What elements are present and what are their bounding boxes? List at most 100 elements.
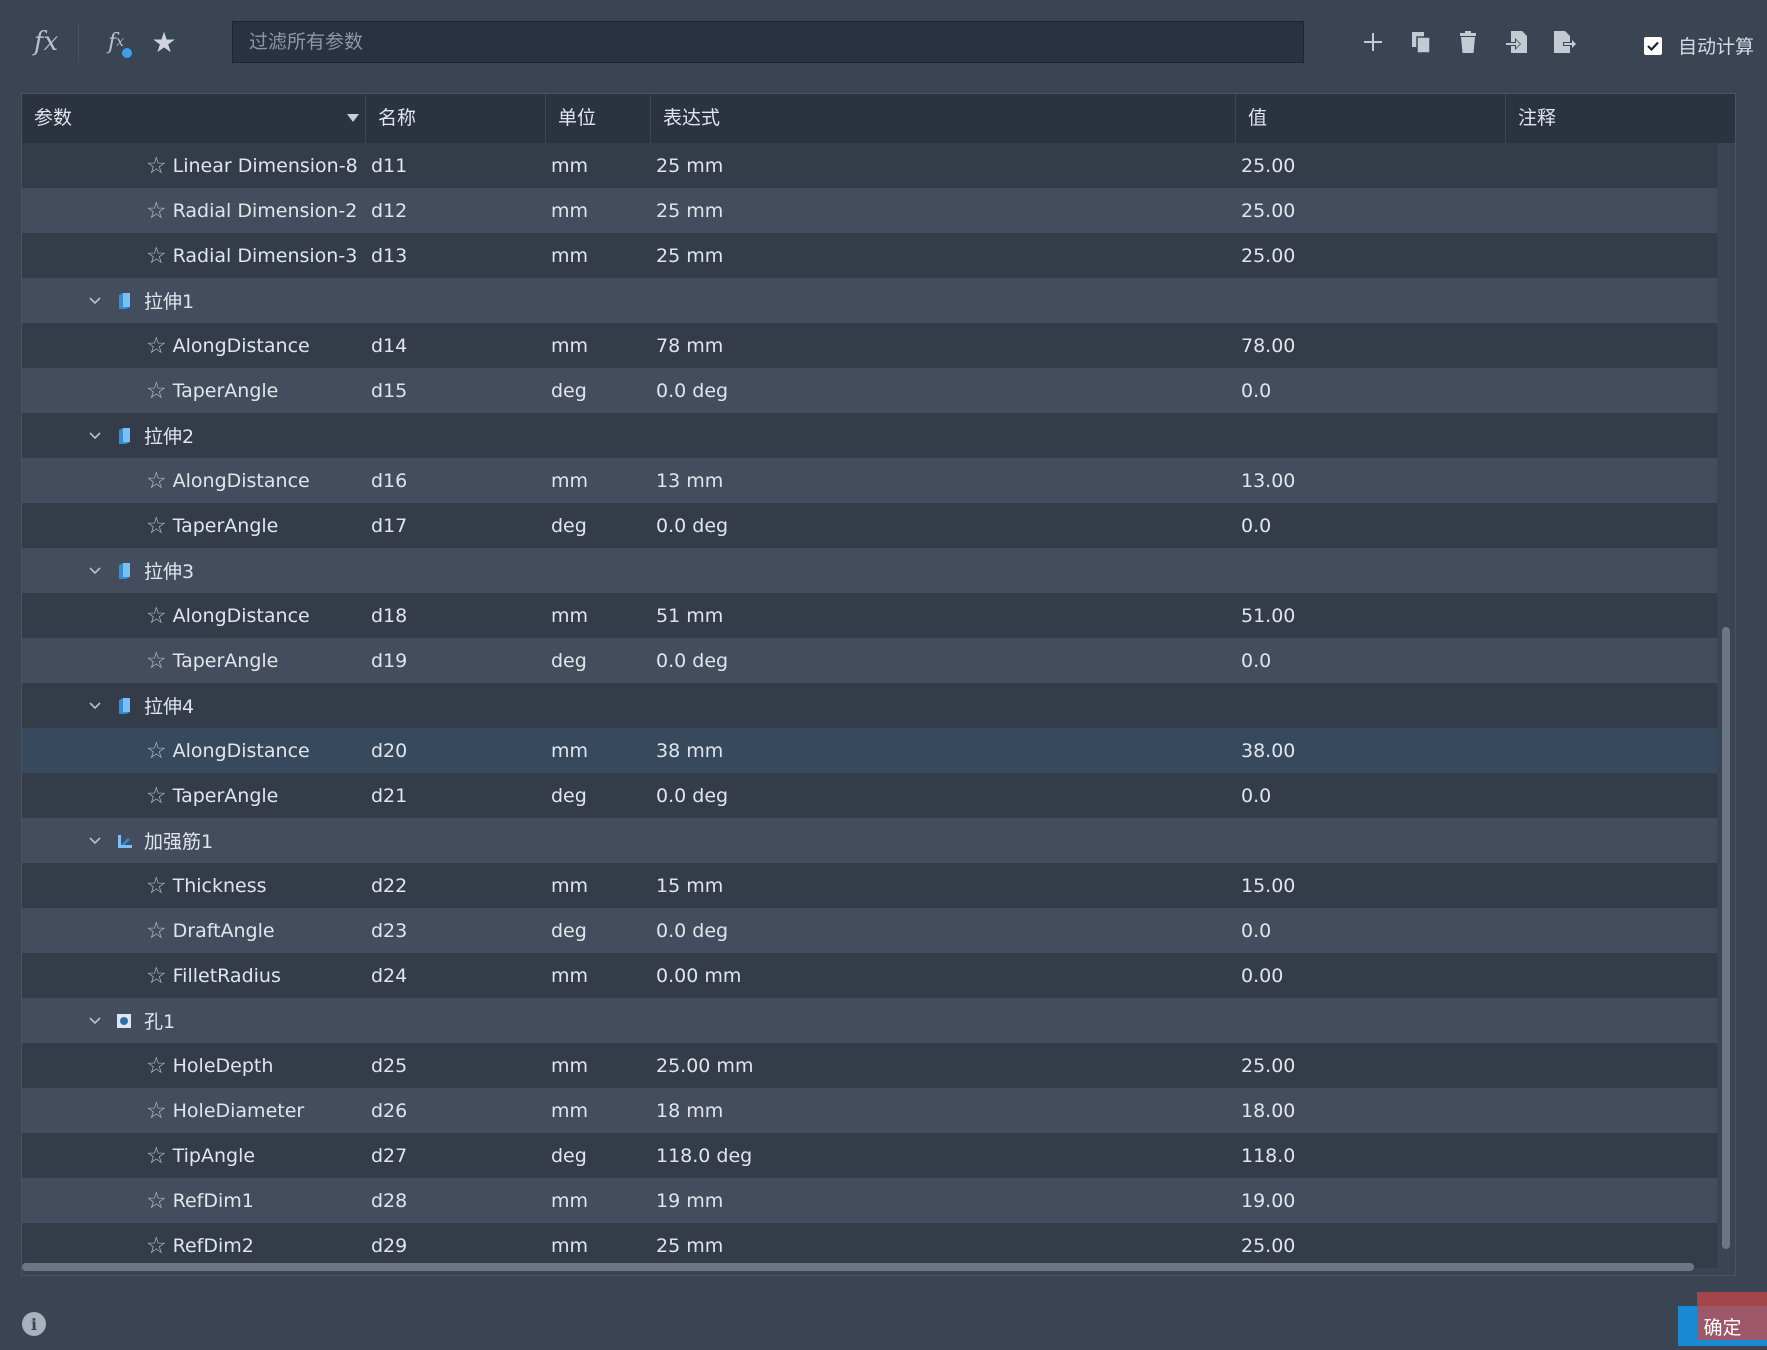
- expression-cell[interactable]: 25 mm: [651, 245, 1236, 267]
- filter-input[interactable]: 过滤所有参数: [232, 21, 1304, 63]
- checkbox-checked-icon[interactable]: [1644, 36, 1662, 55]
- unit-cell[interactable]: mm: [546, 875, 651, 897]
- unit-cell[interactable]: mm: [546, 335, 651, 357]
- unit-cell[interactable]: mm: [546, 1235, 651, 1257]
- unit-cell[interactable]: deg: [546, 1145, 651, 1167]
- table-row[interactable]: ☆ Radial Dimension-3 d13 mm 25 mm 25.00: [22, 233, 1735, 278]
- star-outline-icon[interactable]: ☆: [146, 1188, 167, 1214]
- star-outline-icon[interactable]: ☆: [146, 783, 167, 809]
- group-row[interactable]: 拉伸4: [22, 683, 1735, 728]
- chevron-down-icon[interactable]: [88, 1014, 102, 1028]
- table-row[interactable]: ☆ AlongDistance d14 mm 78 mm 78.00: [22, 323, 1735, 368]
- star-outline-icon[interactable]: ☆: [146, 1233, 167, 1259]
- group-row[interactable]: 拉伸1: [22, 278, 1735, 323]
- horizontal-scrollbar[interactable]: [22, 1263, 1694, 1271]
- info-icon[interactable]: i: [22, 1312, 46, 1336]
- name-cell[interactable]: d16: [366, 470, 546, 492]
- group-row[interactable]: 拉伸3: [22, 548, 1735, 593]
- expression-cell[interactable]: 51 mm: [651, 605, 1236, 627]
- expression-cell[interactable]: 19 mm: [651, 1190, 1236, 1212]
- name-cell[interactable]: d25: [366, 1055, 546, 1077]
- name-cell[interactable]: d20: [366, 740, 546, 762]
- expression-cell[interactable]: 0.0 deg: [651, 515, 1236, 537]
- group-row[interactable]: 孔1: [22, 998, 1735, 1043]
- star-outline-icon[interactable]: ☆: [146, 648, 167, 674]
- star-outline-icon[interactable]: ☆: [146, 243, 167, 269]
- table-row[interactable]: ☆ FilletRadius d24 mm 0.00 mm 0.00: [22, 953, 1735, 998]
- table-row[interactable]: ☆ HoleDiameter d26 mm 18 mm 18.00: [22, 1088, 1735, 1133]
- table-row[interactable]: ☆ TaperAngle d21 deg 0.0 deg 0.0: [22, 773, 1735, 818]
- unit-cell[interactable]: mm: [546, 740, 651, 762]
- expression-cell[interactable]: 0.0 deg: [651, 920, 1236, 942]
- unit-cell[interactable]: mm: [546, 605, 651, 627]
- table-row[interactable]: ☆ Radial Dimension-2 d12 mm 25 mm 25.00: [22, 188, 1735, 233]
- table-row[interactable]: ☆ RefDim1 d28 mm 19 mm 19.00: [22, 1178, 1735, 1223]
- table-row[interactable]: ☆ AlongDistance d18 mm 51 mm 51.00: [22, 593, 1735, 638]
- star-outline-icon[interactable]: ☆: [146, 1143, 167, 1169]
- name-cell[interactable]: d27: [366, 1145, 546, 1167]
- expression-cell[interactable]: 15 mm: [651, 875, 1236, 897]
- name-cell[interactable]: d21: [366, 785, 546, 807]
- expression-cell[interactable]: 118.0 deg: [651, 1145, 1236, 1167]
- name-cell[interactable]: d18: [366, 605, 546, 627]
- name-cell[interactable]: d28: [366, 1190, 546, 1212]
- name-cell[interactable]: d26: [366, 1100, 546, 1122]
- name-cell[interactable]: d11: [366, 155, 546, 177]
- chevron-down-icon[interactable]: [88, 294, 102, 308]
- ok-button[interactable]: 确定: [1678, 1292, 1767, 1346]
- table-row[interactable]: ☆ Linear Dimension-8 d11 mm 25 mm 25.00: [22, 143, 1735, 188]
- unit-cell[interactable]: deg: [546, 785, 651, 807]
- vertical-scroll-thumb[interactable]: [1722, 627, 1730, 1249]
- unit-cell[interactable]: mm: [546, 1100, 651, 1122]
- star-outline-icon[interactable]: ☆: [146, 918, 167, 944]
- unit-cell[interactable]: deg: [546, 380, 651, 402]
- table-row[interactable]: ☆ DraftAngle d23 deg 0.0 deg 0.0: [22, 908, 1735, 953]
- expression-cell[interactable]: 25 mm: [651, 1235, 1236, 1257]
- name-cell[interactable]: d19: [366, 650, 546, 672]
- star-outline-icon[interactable]: ☆: [146, 1053, 167, 1079]
- delete-icon[interactable]: [1451, 22, 1485, 62]
- sort-down-icon[interactable]: [347, 114, 359, 122]
- star-outline-icon[interactable]: ☆: [146, 468, 167, 494]
- unit-cell[interactable]: deg: [546, 920, 651, 942]
- header-note[interactable]: 注释: [1506, 94, 1735, 143]
- header-param[interactable]: 参数: [22, 94, 366, 143]
- group-row[interactable]: 加强筋1: [22, 818, 1735, 863]
- fx-user-icon[interactable]: fx: [98, 24, 134, 60]
- unit-cell[interactable]: deg: [546, 515, 651, 537]
- name-cell[interactable]: d14: [366, 335, 546, 357]
- table-row[interactable]: ☆ TipAngle d27 deg 118.0 deg 118.0: [22, 1133, 1735, 1178]
- table-row[interactable]: ☆ TaperAngle d19 deg 0.0 deg 0.0: [22, 638, 1735, 683]
- expression-cell[interactable]: 0.00 mm: [651, 965, 1236, 987]
- export-icon[interactable]: [1547, 22, 1581, 62]
- name-cell[interactable]: d23: [366, 920, 546, 942]
- expression-cell[interactable]: 25.00 mm: [651, 1055, 1236, 1077]
- chevron-down-icon[interactable]: [88, 834, 102, 848]
- expression-cell[interactable]: 0.0 deg: [651, 380, 1236, 402]
- star-outline-icon[interactable]: ☆: [146, 963, 167, 989]
- table-row[interactable]: ☆ AlongDistance d20 mm 38 mm 38.00: [22, 728, 1735, 773]
- unit-cell[interactable]: mm: [546, 470, 651, 492]
- expression-cell[interactable]: 38 mm: [651, 740, 1236, 762]
- expression-cell[interactable]: 0.0 deg: [651, 785, 1236, 807]
- header-value[interactable]: 值: [1236, 94, 1506, 143]
- star-outline-icon[interactable]: ☆: [146, 378, 167, 404]
- star-outline-icon[interactable]: ☆: [146, 513, 167, 539]
- vertical-scrollbar[interactable]: [1717, 143, 1735, 1274]
- star-outline-icon[interactable]: ☆: [146, 198, 167, 224]
- import-icon[interactable]: [1499, 22, 1533, 62]
- table-row[interactable]: ☆ TaperAngle d17 deg 0.0 deg 0.0: [22, 503, 1735, 548]
- name-cell[interactable]: d13: [366, 245, 546, 267]
- unit-cell[interactable]: mm: [546, 245, 651, 267]
- table-row[interactable]: ☆ AlongDistance d16 mm 13 mm 13.00: [22, 458, 1735, 503]
- star-outline-icon[interactable]: ☆: [146, 873, 167, 899]
- copy-icon[interactable]: [1404, 22, 1438, 62]
- unit-cell[interactable]: deg: [546, 650, 651, 672]
- expression-cell[interactable]: 25 mm: [651, 200, 1236, 222]
- table-row[interactable]: ☆ HoleDepth d25 mm 25.00 mm 25.00: [22, 1043, 1735, 1088]
- star-outline-icon[interactable]: ☆: [146, 738, 167, 764]
- star-outline-icon[interactable]: ☆: [146, 333, 167, 359]
- chevron-down-icon[interactable]: [88, 699, 102, 713]
- unit-cell[interactable]: mm: [546, 200, 651, 222]
- unit-cell[interactable]: mm: [546, 1190, 651, 1212]
